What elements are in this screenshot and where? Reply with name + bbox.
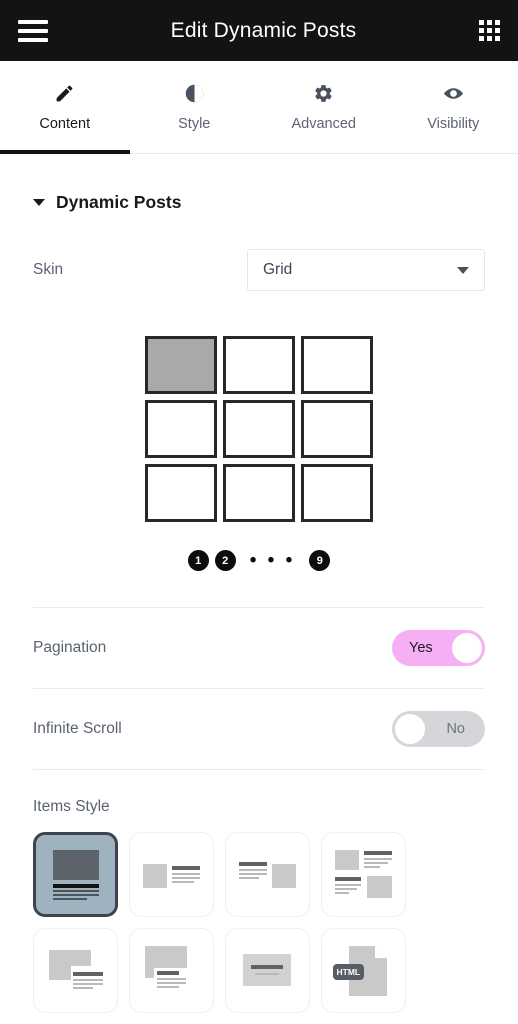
items-style-label: Items Style [33, 798, 110, 815]
tab-bar: Content Style Advanced Visibility [0, 61, 518, 154]
chevron-down-icon [457, 266, 469, 274]
grid-cell [145, 336, 217, 394]
grid-cell [223, 400, 295, 458]
layout-thumbnail [45, 942, 107, 1000]
contrast-circle-icon [184, 83, 205, 105]
skin-label: Skin [33, 261, 64, 278]
items-style-option-text-centered-on-image[interactable] [225, 928, 310, 1013]
html-badge: HTML [332, 963, 365, 980]
infinite-scroll-toggle[interactable]: No [392, 711, 485, 747]
pencil-icon [54, 83, 75, 105]
eye-icon [442, 83, 465, 105]
grid-cell [301, 400, 373, 458]
pagination-toggle-value: Yes [409, 640, 433, 656]
skin-row: Skin Grid [0, 249, 518, 291]
pagination-dot: 9 [309, 550, 331, 571]
tab-style[interactable]: Style [130, 61, 260, 153]
gear-icon [313, 83, 334, 105]
layout-thumbnail [333, 846, 395, 904]
hamburger-icon[interactable] [18, 19, 48, 42]
grid-cell [223, 336, 295, 394]
pagination-toggle[interactable]: Yes [392, 630, 485, 666]
tab-visibility-label: Visibility [427, 115, 480, 132]
toggle-knob [452, 633, 482, 663]
items-style-option-text-left-image-right[interactable] [225, 832, 310, 917]
layout-thumbnail [237, 846, 299, 904]
divider [33, 769, 485, 770]
grid-cell [301, 464, 373, 522]
items-style-option-alternating-grid[interactable] [321, 832, 406, 917]
grid-cell [223, 464, 295, 522]
layout-thumbnail [141, 942, 203, 1000]
layout-thumbnail [45, 846, 107, 904]
items-style-option-html-file[interactable]: HTML [321, 928, 406, 1013]
tab-style-label: Style [178, 115, 211, 132]
toggle-knob [395, 714, 425, 744]
pagination-preview: 1 2 • • • 9 [187, 549, 331, 571]
top-bar: Edit Dynamic Posts [0, 0, 518, 61]
grid-cell [145, 400, 217, 458]
tab-visibility[interactable]: Visibility [389, 61, 518, 153]
skin-select[interactable]: Grid [247, 249, 485, 291]
infinite-scroll-toggle-value: No [446, 721, 465, 737]
tab-content[interactable]: Content [0, 61, 130, 154]
layout-thumbnail [237, 942, 299, 1000]
pagination-dot: 2 [214, 550, 236, 571]
tab-advanced[interactable]: Advanced [259, 61, 389, 153]
pagination-label: Pagination [33, 639, 107, 656]
grid-preview: 1 2 • • • 9 [0, 336, 518, 571]
items-style-option-image-with-overlay-card[interactable] [129, 928, 214, 1013]
grid-cell [301, 336, 373, 394]
pagination-ellipsis: • • • [249, 549, 296, 571]
infinite-scroll-label: Infinite Scroll [33, 720, 122, 737]
layout-thumbnail: HTML [332, 942, 395, 1000]
page-title: Edit Dynamic Posts [170, 18, 357, 42]
skin-select-value: Grid [263, 261, 293, 278]
tab-content-label: Content [39, 115, 91, 132]
pagination-row: Pagination Yes [0, 608, 518, 688]
chevron-down-icon[interactable] [33, 199, 45, 206]
items-style-option-image-left-text-right[interactable] [129, 832, 214, 917]
tab-advanced-label: Advanced [291, 115, 357, 132]
pagination-dot: 1 [187, 550, 209, 571]
grid-cell [145, 464, 217, 522]
section-header-dynamic-posts[interactable]: Dynamic Posts [0, 154, 518, 213]
items-style-option-image-top-text-below[interactable] [33, 832, 118, 917]
items-style-options: HTML TEMPLATE [0, 832, 518, 1024]
items-style-option-overlap-image-text[interactable] [33, 928, 118, 1013]
infinite-scroll-row: Infinite Scroll No [0, 689, 518, 769]
section-title: Dynamic Posts [56, 192, 182, 212]
layout-thumbnail [141, 846, 203, 904]
grid-preview-cells [145, 336, 373, 522]
apps-grid-icon[interactable] [478, 20, 500, 41]
